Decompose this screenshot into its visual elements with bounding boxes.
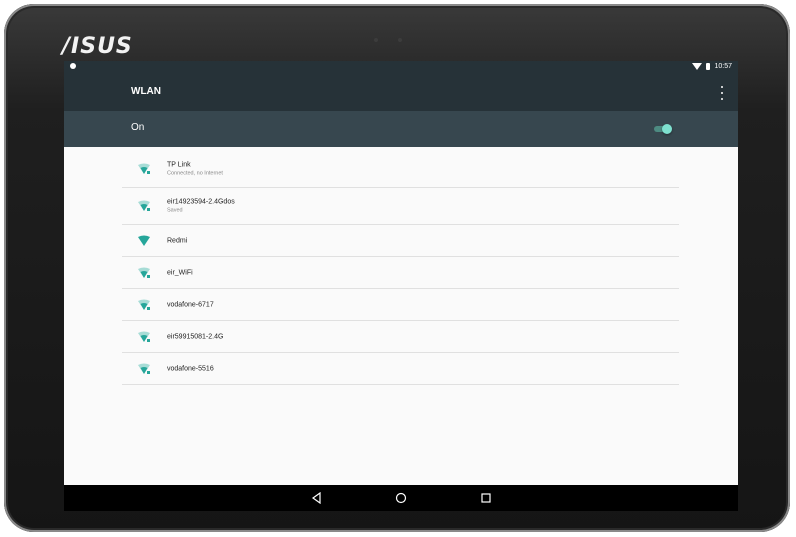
back-icon[interactable] [311, 492, 323, 504]
network-name: TP Link [167, 161, 191, 169]
wifi-icon [138, 267, 150, 278]
network-texts: vodafone-5516 [167, 365, 214, 372]
network-texts: Redmi [167, 237, 187, 244]
home-icon[interactable] [395, 492, 407, 504]
network-row[interactable]: vodafone-5516 [122, 353, 679, 385]
recents-icon[interactable] [480, 492, 492, 504]
app-bar: WLAN [64, 74, 738, 111]
toggle-label: On [131, 122, 145, 133]
network-name: vodafone-6717 [167, 301, 214, 308]
network-list: TP Link Connected, no Internet eir14923594… [122, 151, 679, 385]
wifi-icon [138, 363, 150, 374]
network-name: eir_WiFi [167, 269, 193, 276]
network-row[interactable]: TP Link Connected, no Internet [122, 151, 679, 188]
network-texts: eir_WiFi [167, 269, 193, 276]
screen: 10:57 WLAN On TP Link Connected, no Inter… [64, 61, 738, 511]
wifi-icon [138, 163, 150, 174]
brand-logo: /ISUS [62, 34, 133, 59]
location-icon [70, 63, 76, 69]
network-name: vodafone-5516 [167, 365, 214, 372]
network-name: eir59915081-2.4G [167, 333, 224, 340]
network-row[interactable]: eir_WiFi [122, 257, 679, 289]
status-icons: 10:57 [692, 63, 732, 70]
wifi-icon [138, 299, 150, 310]
network-status: Connected, no Internet [167, 170, 223, 177]
network-texts: eir14923594-2.4Gdos Saved [167, 199, 235, 214]
network-texts: TP Link Connected, no Internet [167, 162, 223, 177]
network-name: eir14923594-2.4Gdos [167, 198, 235, 206]
network-row[interactable]: eir14923594-2.4Gdos Saved [122, 188, 679, 225]
front-sensor [398, 38, 402, 42]
network-texts: vodafone-6717 [167, 301, 214, 308]
wlan-switch[interactable] [654, 123, 672, 134]
switch-thumb [662, 124, 672, 134]
front-camera [374, 38, 378, 42]
wifi-icon [138, 200, 150, 211]
battery-icon [706, 63, 711, 70]
wifi-signal-icon [692, 63, 703, 70]
wifi-icon [138, 235, 150, 246]
network-row[interactable]: vodafone-6717 [122, 289, 679, 321]
status-time: 10:57 [714, 63, 732, 70]
navigation-bar [64, 485, 738, 511]
wlan-master-toggle-row[interactable]: On [64, 111, 738, 147]
network-row[interactable]: Redmi [122, 225, 679, 257]
more-vert-icon[interactable] [720, 86, 724, 100]
page-title: WLAN [131, 86, 161, 97]
network-texts: eir59915081-2.4G [167, 333, 223, 340]
network-status: Saved [167, 207, 183, 214]
network-name: Redmi [167, 237, 188, 244]
status-bar: 10:57 [64, 61, 738, 74]
network-row[interactable]: eir59915081-2.4G [122, 321, 679, 353]
wifi-icon [138, 331, 150, 342]
